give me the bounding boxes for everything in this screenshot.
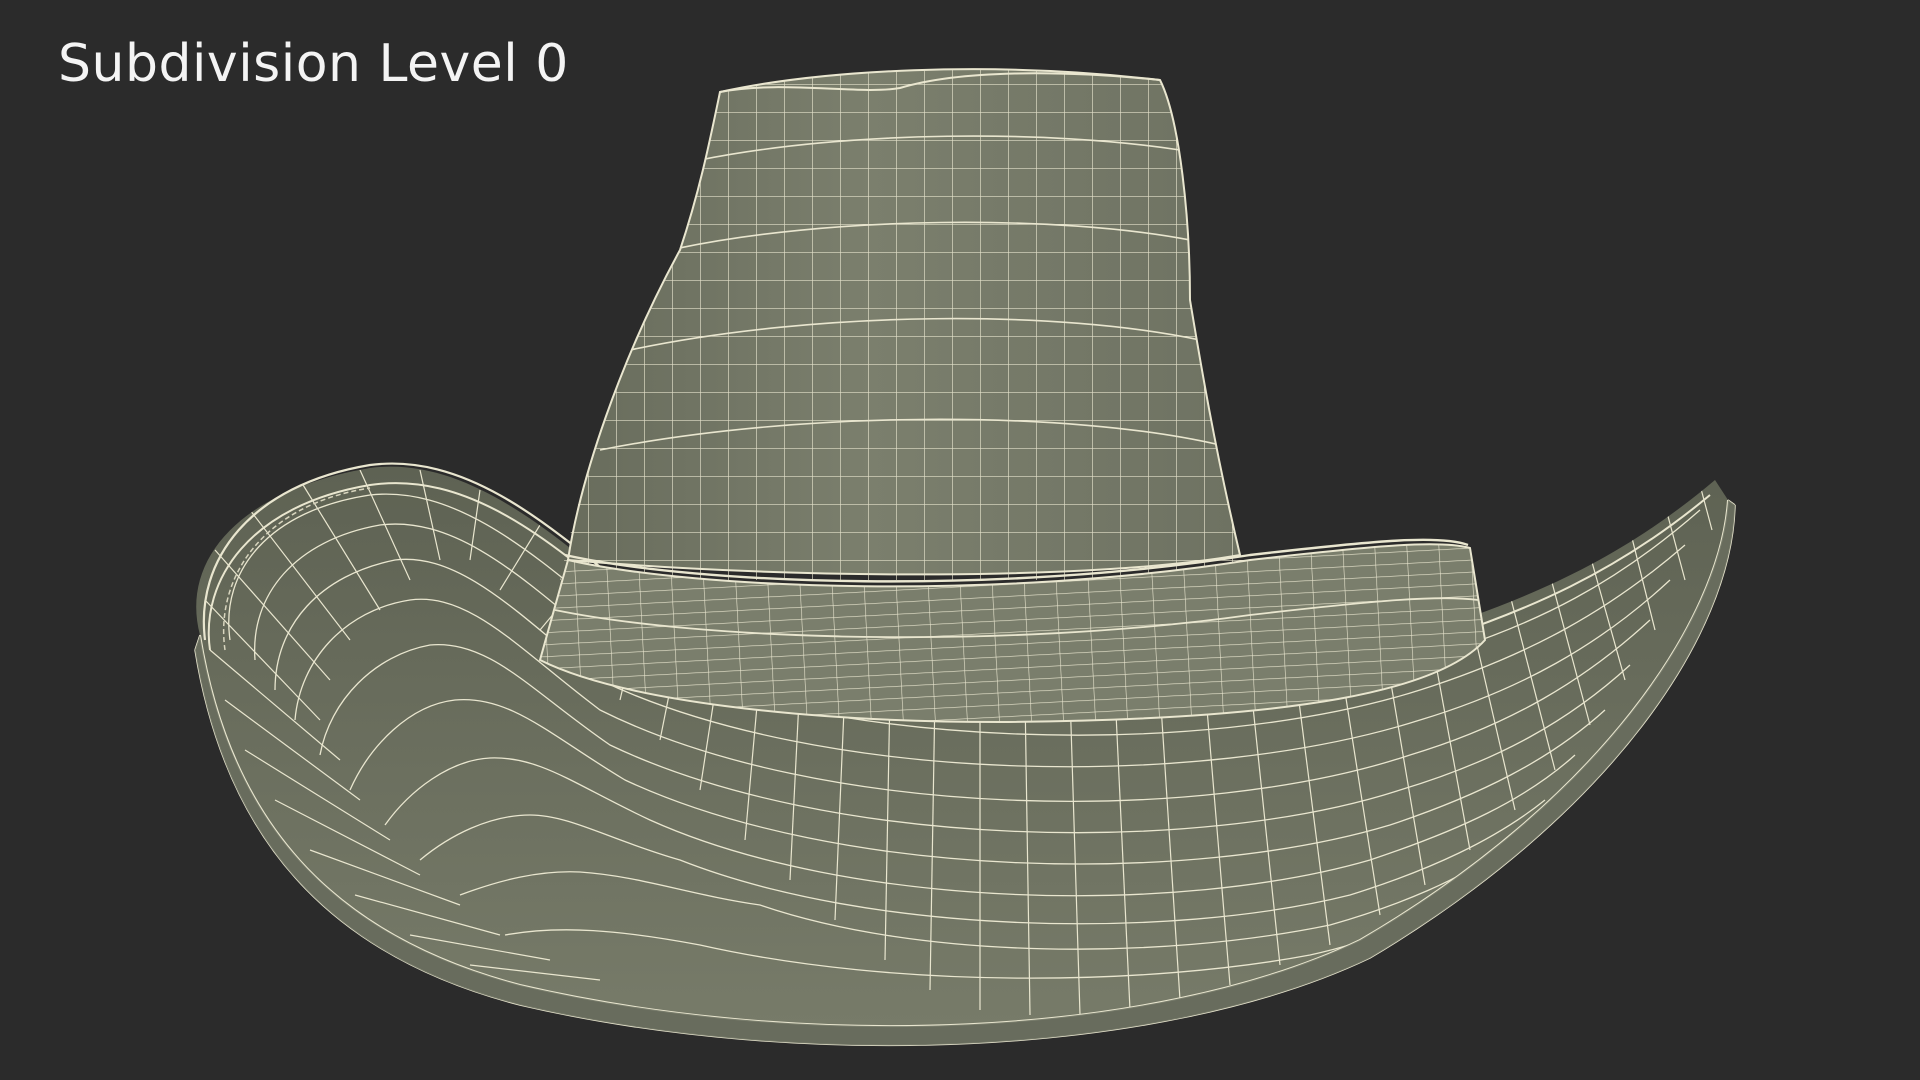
hat-crown xyxy=(560,68,1260,580)
hat-wireframe-render xyxy=(194,68,1736,1047)
render-viewport: Subdivision Level 0 xyxy=(0,0,1920,1080)
